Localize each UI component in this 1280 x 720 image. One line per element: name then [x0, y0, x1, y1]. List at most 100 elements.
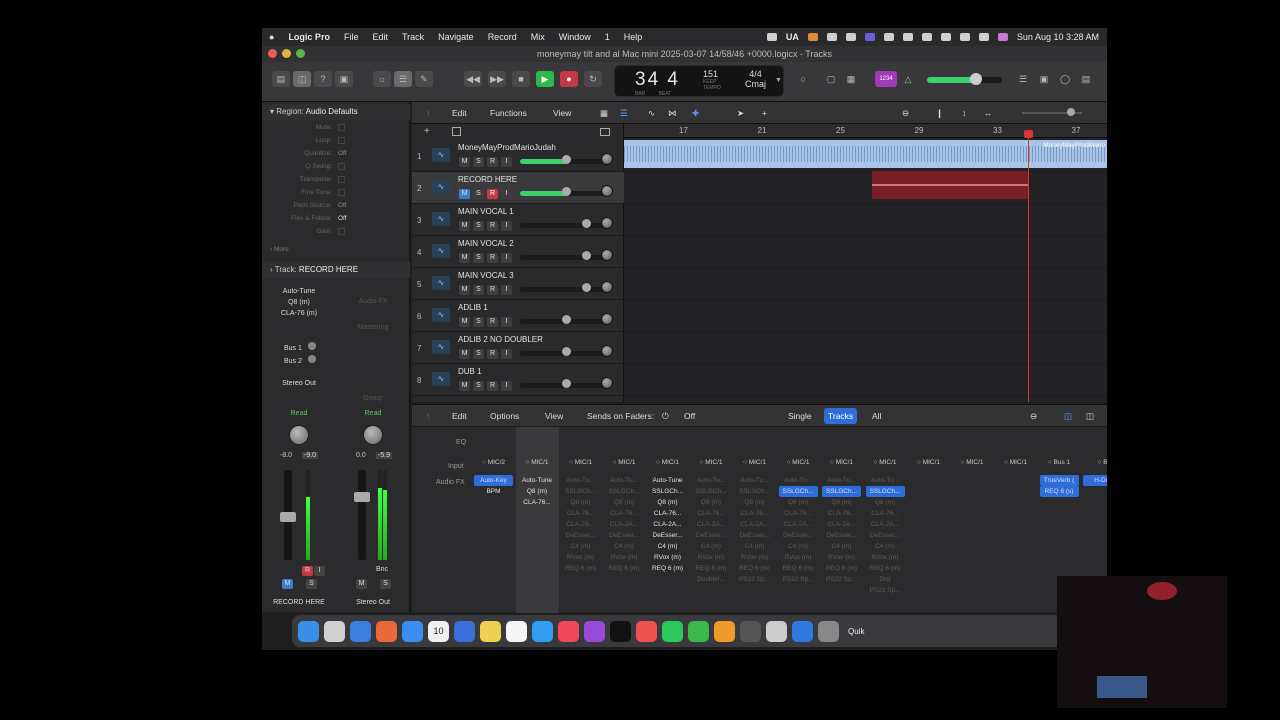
- pencil-tool-icon[interactable]: +: [762, 108, 767, 118]
- track-name[interactable]: MoneyMayProdMarioJudah: [458, 143, 556, 152]
- solo-button[interactable]: S: [380, 579, 391, 589]
- record-enable-button[interactable]: R: [487, 381, 498, 391]
- toolbar-toggle-button[interactable]: ▣: [335, 71, 353, 87]
- mute-button[interactable]: M: [459, 189, 470, 199]
- input-slot[interactable]: ○ MIC/1: [994, 459, 1037, 466]
- plugin-slot[interactable]: PS22 Sp...: [864, 585, 907, 596]
- solo-button[interactable]: S: [473, 253, 484, 263]
- plugin-slot[interactable]: Dist: [864, 574, 907, 585]
- plugin-slot[interactable]: CLA-2A...: [559, 519, 602, 530]
- mixer-options-menu[interactable]: Options: [490, 411, 519, 421]
- plugin-slot[interactable]: H-Del: [1083, 475, 1107, 486]
- menu-window[interactable]: Window: [552, 32, 598, 42]
- input-slot[interactable]: ○ B: [1081, 459, 1107, 466]
- plugin-slot[interactable]: CLA-76...: [646, 508, 689, 519]
- mute-button[interactable]: M: [459, 157, 470, 167]
- plugin-slot[interactable]: Auto-Key: [474, 475, 513, 486]
- plugin-slot[interactable]: Auto-Tune: [516, 475, 559, 486]
- narrow-channels-icon[interactable]: ◫: [1064, 411, 1072, 422]
- region-param-row[interactable]: Transpose:: [262, 174, 410, 186]
- plugin-slot[interactable]: SSLGCh...: [646, 486, 689, 497]
- volume-slider-thumb[interactable]: [562, 379, 571, 388]
- notes-icon[interactable]: [480, 620, 501, 642]
- pan-knob[interactable]: [601, 345, 613, 357]
- plugin-slot[interactable]: C4 (m): [777, 541, 820, 552]
- mail-icon[interactable]: [350, 620, 371, 642]
- mic-icon[interactable]: [807, 33, 818, 41]
- automation-mode[interactable]: Read: [338, 410, 408, 417]
- menu-edit[interactable]: Edit: [365, 32, 395, 42]
- search-icon[interactable]: [959, 33, 970, 41]
- pointer-tool-icon[interactable]: ➤: [737, 108, 744, 119]
- solo-button[interactable]: S: [473, 381, 484, 391]
- plugin-slot[interactable]: CLA-2A...: [820, 519, 863, 530]
- volume-slider-thumb[interactable]: [582, 283, 591, 292]
- mute-button[interactable]: M: [459, 285, 470, 295]
- param-value[interactable]: Off: [338, 148, 347, 160]
- mixer-view-menu[interactable]: View: [545, 411, 563, 421]
- record-enable-button[interactable]: R: [302, 566, 313, 576]
- pan-knob[interactable]: [601, 281, 613, 293]
- safari-icon[interactable]: [532, 620, 553, 642]
- plugin-slot[interactable]: C4 (m): [864, 541, 907, 552]
- logic-icon[interactable]: [740, 620, 761, 642]
- app-menu[interactable]: Logic Pro: [281, 32, 337, 42]
- input-slot[interactable]: ○ MIC/1: [559, 459, 602, 466]
- waveform-zoom-icon[interactable]: ❙: [936, 108, 943, 119]
- input-monitor-button[interactable]: I: [501, 285, 512, 295]
- back-icon[interactable]: ↑: [426, 411, 430, 421]
- menu-track[interactable]: Track: [395, 32, 431, 42]
- zoom-slider-thumb[interactable]: [1067, 108, 1075, 116]
- record-enable-button[interactable]: R: [487, 189, 498, 199]
- track-header[interactable]: 2 ∿ RECORD HERE M S R I: [412, 172, 624, 204]
- m-logo-icon[interactable]: [845, 33, 856, 41]
- solo-button[interactable]: S: [473, 317, 484, 327]
- mute-button[interactable]: M: [459, 317, 470, 327]
- input-monitor-button[interactable]: I: [501, 189, 512, 199]
- bounce-button[interactable]: Bnc: [376, 566, 388, 573]
- script-icon[interactable]: [766, 620, 787, 642]
- input-slot[interactable]: ○ MIC/1: [820, 459, 863, 466]
- rewind-button[interactable]: ◀◀: [464, 71, 482, 87]
- launchpad-icon[interactable]: [324, 620, 345, 642]
- plugin-slot[interactable]: PS22 Sp...: [777, 574, 820, 585]
- menu-record[interactable]: Record: [481, 32, 524, 42]
- checkbox-icon[interactable]: [338, 189, 345, 196]
- record-enable-button[interactable]: R: [487, 285, 498, 295]
- input-slot[interactable]: ○ MIC/2: [472, 459, 515, 466]
- checkbox-icon[interactable]: [338, 137, 345, 144]
- plugin-slot[interactable]: DeEsser...: [559, 530, 602, 541]
- send-bus-1[interactable]: Bus 1: [284, 342, 316, 352]
- plugin-slot[interactable]: DeEsser...: [733, 530, 776, 541]
- record-enable-button[interactable]: R: [487, 253, 498, 263]
- volume-slider-thumb[interactable]: [562, 155, 571, 164]
- plugin-slot[interactable]: DeEsser...: [777, 530, 820, 541]
- catch-icon[interactable]: ✚: [692, 108, 699, 119]
- plugin-slot[interactable]: CLA-2A...: [690, 519, 733, 530]
- solo-button[interactable]: S: [473, 349, 484, 359]
- plugin-slot[interactable]: REQ 6 (m): [690, 563, 733, 574]
- plugin-slot[interactable]: Auto-Tu...: [777, 475, 820, 486]
- plugin-slot[interactable]: RVox (m): [559, 552, 602, 563]
- input-monitor-button[interactable]: I: [501, 349, 512, 359]
- photos-icon[interactable]: [376, 620, 397, 642]
- stop-button[interactable]: ■: [512, 71, 530, 87]
- input-slot[interactable]: ○ MIC/1: [603, 459, 646, 466]
- plugin-slot[interactable]: REQ 6 (m): [646, 563, 689, 574]
- cycle-button[interactable]: ↻: [584, 71, 602, 87]
- wifi-icon[interactable]: [940, 33, 951, 41]
- audio-region-beat[interactable]: MoneyMayProdMario: [624, 140, 1107, 168]
- plugin-slot[interactable]: Auto-Tu...: [559, 475, 602, 486]
- send-knob-icon[interactable]: [307, 342, 316, 350]
- plugin-slot[interactable]: C4 (m): [733, 541, 776, 552]
- send-bus-2[interactable]: Bus 2: [284, 355, 316, 365]
- plugin-slot[interactable]: REQ 6 (m): [864, 563, 907, 574]
- plugin-slot[interactable]: Q8 (m): [264, 297, 334, 308]
- track-inspector-header[interactable]: › Track: RECORD HERE: [262, 262, 410, 278]
- view-menu[interactable]: View: [553, 108, 571, 118]
- track-lane[interactable]: [624, 268, 1107, 300]
- input-monitor-button[interactable]: I: [314, 566, 325, 576]
- region-param-row[interactable]: Mute:: [262, 122, 410, 134]
- pan-knob[interactable]: [601, 377, 613, 389]
- quik-app[interactable]: Quik: [844, 627, 868, 636]
